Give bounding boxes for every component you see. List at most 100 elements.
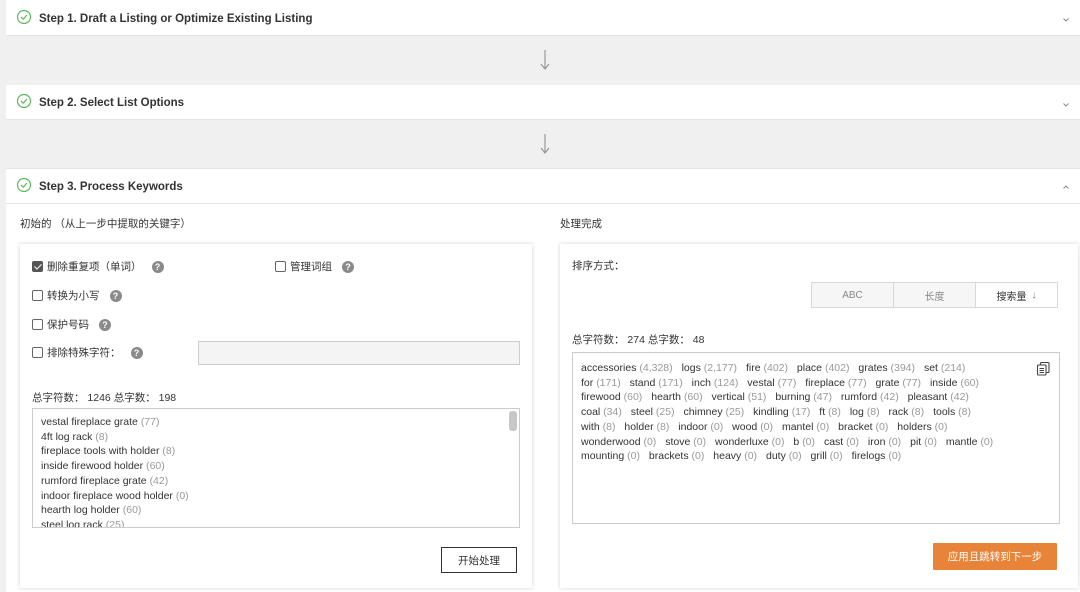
initial-section-label: 初始的 （从上一步中提取的关键字）	[20, 218, 191, 230]
sort-volume-button[interactable]: 搜索量 ↓	[976, 283, 1057, 307]
help-icon[interactable]: ?	[130, 346, 143, 359]
word-count: (8)	[866, 406, 880, 419]
initial-keyword-list[interactable]: vestal fireplace grate (77) 4ft log rack …	[32, 408, 520, 528]
word-text: hearth	[651, 391, 682, 404]
word-text: holder	[624, 420, 654, 433]
help-icon[interactable]: ?	[109, 289, 122, 302]
keyword-count: (60)	[122, 504, 142, 517]
lowercase-checkbox[interactable]	[32, 290, 43, 301]
word-text: mantle	[945, 435, 978, 448]
word-count: (0)	[627, 450, 640, 463]
scrollbar-thumb[interactable]	[509, 411, 517, 431]
word-text: mantel	[781, 420, 814, 433]
word-count: (8)	[602, 420, 616, 433]
word-text: wood	[732, 420, 758, 433]
step-1-header[interactable]: Step 1. Draft a Listing or Optimize Exis…	[6, 0, 1080, 36]
word-item: stand (171)	[630, 377, 683, 389]
sort-abc-button[interactable]: ABC	[812, 283, 894, 307]
chevron-up-icon[interactable]	[1062, 183, 1070, 191]
step-2-header[interactable]: Step 2. Select List Options	[6, 85, 1080, 120]
word-item: wonderluxe (0)	[715, 436, 784, 448]
check-circle-icon	[16, 93, 32, 109]
word-item: hearth (60)	[651, 391, 702, 403]
keyword-row: indoor fireplace wood holder (0)	[41, 489, 511, 504]
manage-phrases-label: 管理词组	[290, 261, 332, 273]
word-item: indoor (0)	[678, 421, 723, 433]
sort-abc-label: ABC	[842, 289, 863, 301]
dedupe-checkbox[interactable]	[32, 261, 43, 272]
word-item: grates (394)	[858, 362, 915, 374]
protect-numbers-checkbox[interactable]	[32, 319, 43, 330]
word-count: (402)	[824, 362, 850, 374]
word-count: (0)	[691, 450, 705, 463]
word-text: holders	[897, 420, 932, 433]
word-text: mounting	[581, 450, 625, 463]
word-item: fire (402)	[746, 362, 788, 374]
word-count: (0)	[771, 435, 785, 448]
word-text: grates	[858, 362, 888, 374]
dedupe-option[interactable]: 删除重复项（单词） ?	[32, 259, 164, 274]
word-count: (0)	[980, 435, 994, 448]
step-3-content: 初始的 （从上一步中提取的关键字） 处理完成 删除重复项（单词） ? 管理词组 …	[6, 204, 1080, 592]
word-count: (25)	[655, 406, 675, 419]
word-item: log (8)	[850, 406, 880, 418]
word-text: brackets	[648, 450, 689, 463]
word-text: b	[793, 435, 800, 448]
word-item: coal (34)	[581, 406, 622, 418]
word-count: (0)	[710, 420, 724, 433]
word-count: (17)	[791, 406, 811, 419]
processed-section-label: 处理完成	[560, 218, 602, 230]
sort-length-button[interactable]: 长度	[894, 283, 976, 307]
word-text: ft	[819, 406, 826, 419]
apply-and-next-button[interactable]: 应用且跳转到下一步	[933, 543, 1057, 570]
step-3-title: Step 3. Process Keywords	[39, 181, 183, 193]
lowercase-option[interactable]: 转换为小写 ?	[32, 288, 122, 303]
exclude-special-checkbox[interactable]	[32, 347, 43, 358]
word-item: set (214)	[924, 362, 965, 374]
copy-icon[interactable]	[1036, 361, 1051, 376]
word-count: (42)	[950, 391, 969, 404]
word-count: (8)	[828, 406, 841, 419]
word-text: inch	[691, 376, 711, 389]
start-processing-button[interactable]: 开始处理	[441, 547, 517, 573]
keyword-count: (77)	[140, 416, 160, 428]
initial-keywords-panel: 删除重复项（单词） ? 管理词组 ? 转换为小写 ? 保护号码 ? 排除特殊字符…	[20, 244, 532, 588]
word-item: with (8)	[581, 421, 615, 433]
word-count: (51)	[747, 391, 767, 404]
special-chars-input[interactable]	[198, 341, 520, 365]
word-count: (0)	[643, 435, 657, 448]
step-3-header[interactable]: Step 3. Process Keywords	[6, 168, 1080, 204]
keyword-row: vestal fireplace grate (77)	[41, 415, 511, 430]
dedupe-label: 删除重复项（单词）	[47, 261, 142, 273]
sort-volume-label: 搜索量	[996, 291, 1027, 303]
chevron-down-icon[interactable]	[1062, 101, 1070, 109]
keyword-text: indoor fireplace wood holder	[41, 489, 173, 502]
word-text: logs	[681, 362, 701, 374]
keyword-row: hearth log holder (60)	[41, 503, 511, 518]
word-count: (8)	[958, 406, 972, 419]
word-count: (60)	[623, 391, 643, 404]
word-item: accessories (4,328)	[581, 362, 673, 374]
word-item: firelogs (0)	[852, 450, 902, 462]
keyword-row: steel log rack (25)	[41, 518, 511, 527]
word-text: wonderluxe	[715, 435, 769, 448]
word-count: (0)	[924, 435, 937, 448]
word-text: grate	[875, 376, 900, 389]
help-icon[interactable]: ?	[99, 318, 111, 331]
lowercase-label: 转换为小写	[47, 290, 100, 302]
word-item: for (171)	[581, 377, 621, 389]
word-text: place	[796, 362, 823, 374]
help-icon[interactable]: ?	[151, 260, 164, 273]
help-icon[interactable]: ?	[342, 260, 354, 273]
protect-numbers-option[interactable]: 保护号码 ?	[32, 317, 111, 332]
manage-phrases-option[interactable]: 管理词组 ?	[275, 259, 354, 274]
word-text: firelogs	[851, 450, 886, 463]
manage-phrases-checkbox[interactable]	[275, 261, 286, 272]
exclude-special-option[interactable]: 排除特殊字符： ?	[32, 345, 143, 360]
word-count: (394)	[890, 362, 916, 374]
keyword-row: inside firewood holder (60)	[41, 459, 511, 474]
processed-keywords-box[interactable]: accessories (4,328) logs (2,177) fire (4…	[572, 352, 1060, 524]
word-count: (8)	[656, 420, 670, 433]
chevron-down-icon[interactable]	[1062, 16, 1070, 24]
keyword-text: rumford fireplace grate	[41, 474, 147, 487]
